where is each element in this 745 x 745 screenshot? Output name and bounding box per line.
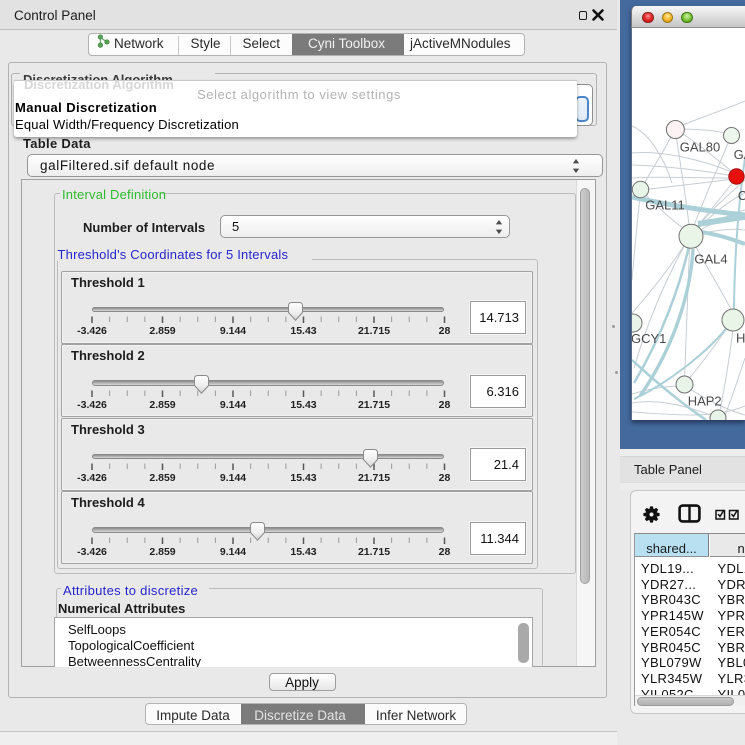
svg-text:HAP2: HAP2	[688, 394, 722, 409]
svg-text:GCY1: GCY1	[632, 331, 666, 346]
svg-text:GAL4: GAL4	[694, 252, 727, 267]
svg-text:GAL11: GAL11	[645, 198, 685, 213]
svg-text:GA: GA	[734, 147, 745, 162]
svg-text:C: C	[738, 188, 745, 203]
svg-text:H: H	[736, 331, 745, 346]
svg-text:GAL80: GAL80	[680, 140, 720, 155]
